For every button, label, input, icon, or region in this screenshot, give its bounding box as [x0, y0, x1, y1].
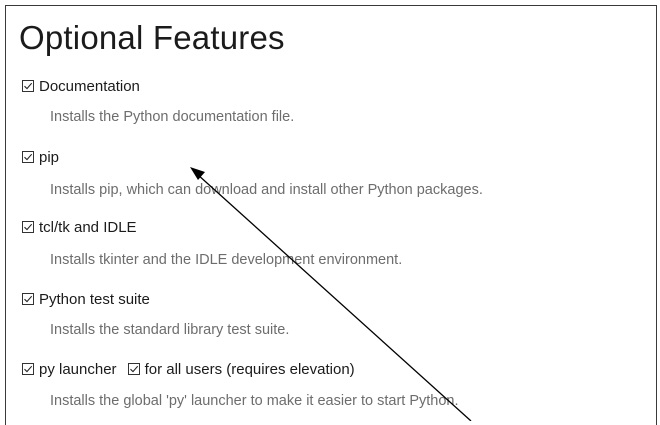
pip-description: Installs pip, which can download and ins… [50, 182, 483, 198]
py-launcher-checkbox[interactable] [22, 363, 34, 375]
page-title: Optional Features [19, 19, 285, 56]
checkmark-icon [24, 82, 33, 90]
feature-test-suite[interactable]: Python test suite [22, 289, 150, 309]
checkmark-icon [24, 365, 33, 373]
tcltk-idle-label[interactable]: tcl/tk and IDLE [39, 219, 137, 236]
py-launcher-label[interactable]: py launcher [39, 361, 117, 378]
all-users-checkbox[interactable] [127, 363, 140, 375]
feature-documentation[interactable]: Documentation [22, 76, 140, 96]
documentation-checkbox[interactable] [22, 80, 34, 92]
feature-py-launcher[interactable]: py launcher for all users (requires elev… [22, 359, 355, 379]
pip-label[interactable]: pip [39, 149, 59, 166]
checkmark-icon [24, 153, 33, 161]
checkmark-icon [24, 295, 33, 303]
feature-tcltk-idle[interactable]: tcl/tk and IDLE [22, 217, 137, 237]
documentation-description: Installs the Python documentation file. [50, 109, 295, 125]
checkmark-icon [24, 223, 33, 231]
test-suite-checkbox[interactable] [22, 293, 34, 305]
pip-checkbox[interactable] [22, 151, 34, 163]
test-suite-label[interactable]: Python test suite [39, 291, 150, 308]
tcltk-idle-description: Installs tkinter and the IDLE developmen… [50, 252, 403, 268]
all-users-label[interactable]: for all users (requires elevation) [145, 361, 355, 378]
tcltk-idle-checkbox[interactable] [22, 221, 34, 233]
checkmark-icon [129, 365, 138, 373]
test-suite-description: Installs the standard library test suite… [50, 322, 290, 338]
feature-pip[interactable]: pip [22, 147, 59, 167]
py-launcher-description: Installs the global 'py' launcher to mak… [50, 393, 459, 409]
documentation-label[interactable]: Documentation [39, 78, 140, 95]
